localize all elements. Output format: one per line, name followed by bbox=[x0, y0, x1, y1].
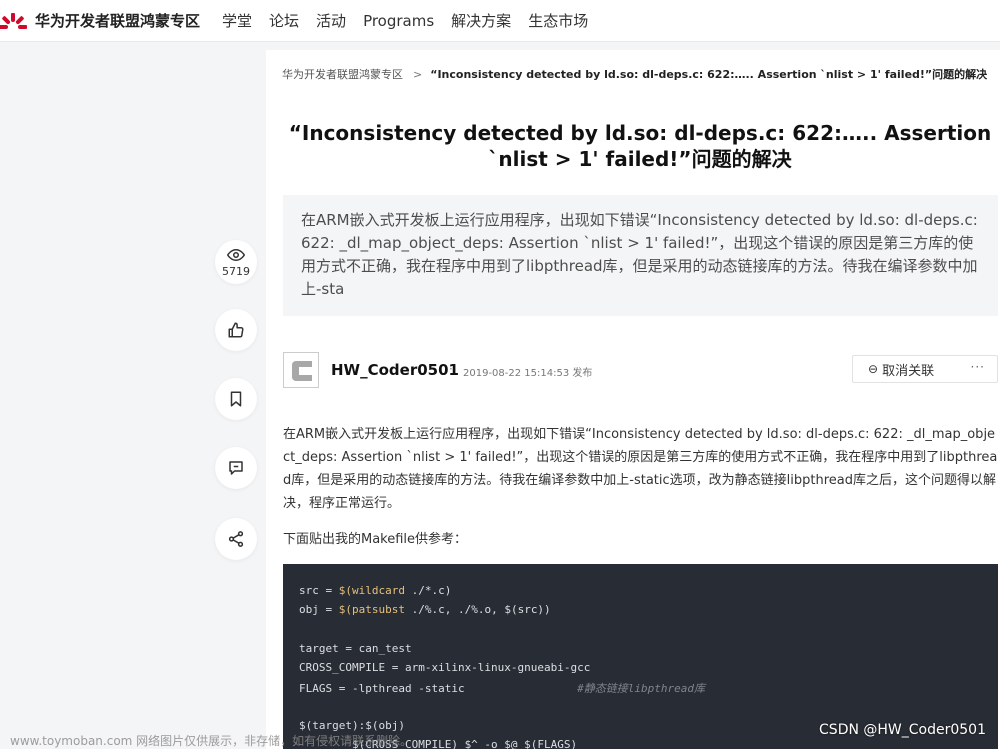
code-line: src = $(wildcard ./*.c) bbox=[299, 584, 452, 597]
view-count: 5719 bbox=[222, 265, 250, 278]
bookmark-button[interactable] bbox=[215, 378, 257, 420]
like-button[interactable] bbox=[215, 309, 257, 351]
link-icon: ⊖ bbox=[868, 362, 879, 376]
watermark-csdn: CSDN @HW_Coder0501 bbox=[819, 722, 986, 738]
code-line: target = can_test bbox=[299, 641, 412, 655]
share-button[interactable] bbox=[215, 518, 257, 560]
nav-item-solutions[interactable]: 解决方案 bbox=[451, 10, 511, 31]
article-panel: 华为开发者联盟鸿蒙专区 > “Inconsistency detected by l… bbox=[266, 50, 1000, 749]
unlink-button[interactable]: ⊖ 取消关联 ··· bbox=[852, 355, 998, 383]
share-icon bbox=[228, 531, 244, 547]
publish-date: 2019-08-22 15:14:53 发布 bbox=[463, 368, 593, 379]
top-navigation-bar: 华为开发者联盟鸿蒙专区 学堂 论坛 活动 Programs 解决方案 生态市场 bbox=[0, 0, 1000, 42]
watermark-source: www.toymoban.com 网络图片仅供展示，非存储，如有侵权请联系删除。 bbox=[10, 734, 413, 748]
bookmark-icon bbox=[230, 391, 242, 407]
breadcrumb-current: “Inconsistency detected by ld.so: dl-dep… bbox=[430, 68, 988, 81]
author-row: HW_Coder0501 · 2019-08-22 15:14:53 发布 ⊖ … bbox=[283, 352, 998, 388]
nav-item-programs[interactable]: Programs bbox=[363, 12, 434, 30]
article-paragraph: 在ARM嵌入式开发板上运行应用程序，出现如下错误“Inconsistency d… bbox=[283, 427, 998, 511]
more-options-icon[interactable]: ··· bbox=[971, 360, 985, 374]
huawei-logo-icon[interactable] bbox=[0, 12, 27, 29]
nav-item-events[interactable]: 活动 bbox=[316, 10, 346, 31]
unlink-label: 取消关联 bbox=[882, 363, 935, 379]
avatar[interactable] bbox=[283, 352, 319, 388]
article-summary: 在ARM嵌入式开发板上运行应用程序，出现如下错误“Inconsistency d… bbox=[283, 195, 998, 316]
author-name[interactable]: HW_Coder0501 bbox=[331, 361, 459, 379]
article-title: “Inconsistency detected by ld.so: dl-dep… bbox=[288, 121, 992, 171]
thumbs-up-icon bbox=[228, 322, 244, 338]
code-line: FLAGS = -lpthread -static #静态链接libpthrea… bbox=[299, 682, 706, 696]
breadcrumb-separator: > bbox=[413, 68, 423, 81]
code-line: CROSS_COMPILE = arm-xilinx-linux-gnueabi… bbox=[299, 661, 591, 675]
site-brand[interactable]: 华为开发者联盟鸿蒙专区 bbox=[35, 10, 200, 31]
comment-icon bbox=[229, 461, 243, 475]
comment-button[interactable] bbox=[215, 447, 257, 489]
code-line: obj = $(patsubst ./%.c, ./%.o, $(src)) bbox=[299, 603, 551, 617]
nav-item-academy[interactable]: 学堂 bbox=[222, 10, 252, 31]
view-count-button: 5719 bbox=[215, 240, 257, 284]
nav-item-ecosystem-market[interactable]: 生态市场 bbox=[528, 10, 588, 31]
nav-item-forum[interactable]: 论坛 bbox=[269, 10, 299, 31]
meta-separator: · bbox=[449, 362, 453, 376]
eye-icon bbox=[227, 248, 245, 262]
article-paragraph-makefile-intro: 下面贴出我的Makefile供参考： bbox=[283, 532, 468, 547]
breadcrumb-root-link[interactable]: 华为开发者联盟鸿蒙专区 bbox=[282, 68, 403, 81]
breadcrumb: 华为开发者联盟鸿蒙专区 > “Inconsistency detected by l… bbox=[282, 68, 992, 82]
